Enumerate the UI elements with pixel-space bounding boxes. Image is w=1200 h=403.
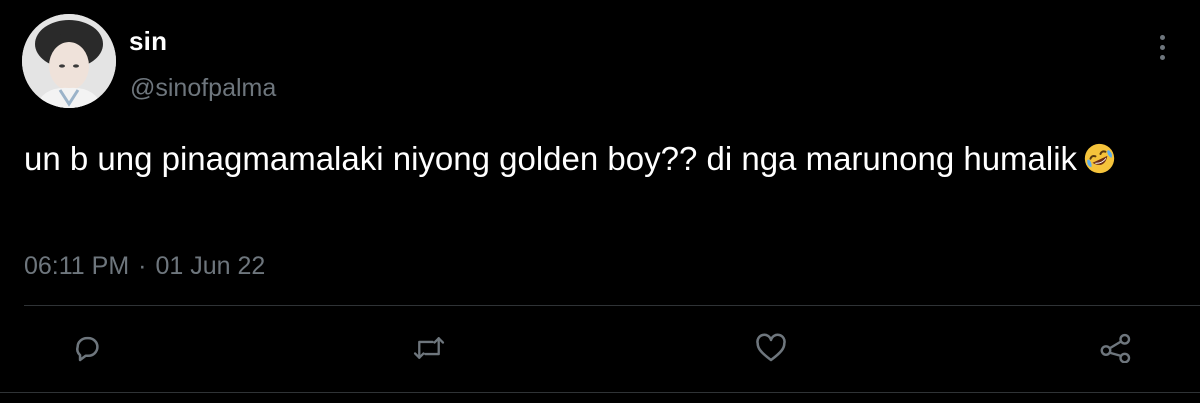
tweet-card: sin @sinofpalma un b ung pinagmamalaki n… [0, 0, 1200, 403]
bottom-divider [0, 392, 1200, 393]
share-icon [1100, 333, 1131, 363]
more-options-button[interactable] [1150, 32, 1174, 62]
like-button[interactable] [751, 328, 791, 368]
reply-icon [76, 336, 99, 362]
divider [24, 305, 1200, 306]
author-handle[interactable]: @sinofpalma [130, 74, 276, 103]
share-button[interactable] [1096, 328, 1136, 368]
avatar[interactable] [22, 14, 116, 108]
more-dot-icon [1159, 44, 1165, 50]
author-name[interactable]: sin [129, 26, 167, 57]
retweet-button[interactable] [409, 328, 449, 368]
more-dot-icon [1159, 54, 1165, 60]
tweet-text: un b ung pinagmamalaki niyong golden boy… [24, 136, 1174, 182]
tweet-date: 01 Jun 22 [155, 252, 266, 280]
tweet-text-content: un b ung pinagmamalaki niyong golden boy… [24, 140, 1078, 177]
avatar-image [22, 14, 116, 108]
tweet-timestamp[interactable]: 06:11 PM · 01 Jun 22 [24, 252, 265, 281]
more-dot-icon [1159, 34, 1165, 40]
retweet-icon [413, 337, 445, 359]
like-icon [756, 333, 786, 362]
timestamp-separator: · [138, 252, 147, 280]
tweet-time: 06:11 PM [24, 252, 130, 280]
rolling-on-the-floor-laughing-icon [1084, 143, 1115, 174]
reply-button[interactable] [67, 328, 107, 368]
